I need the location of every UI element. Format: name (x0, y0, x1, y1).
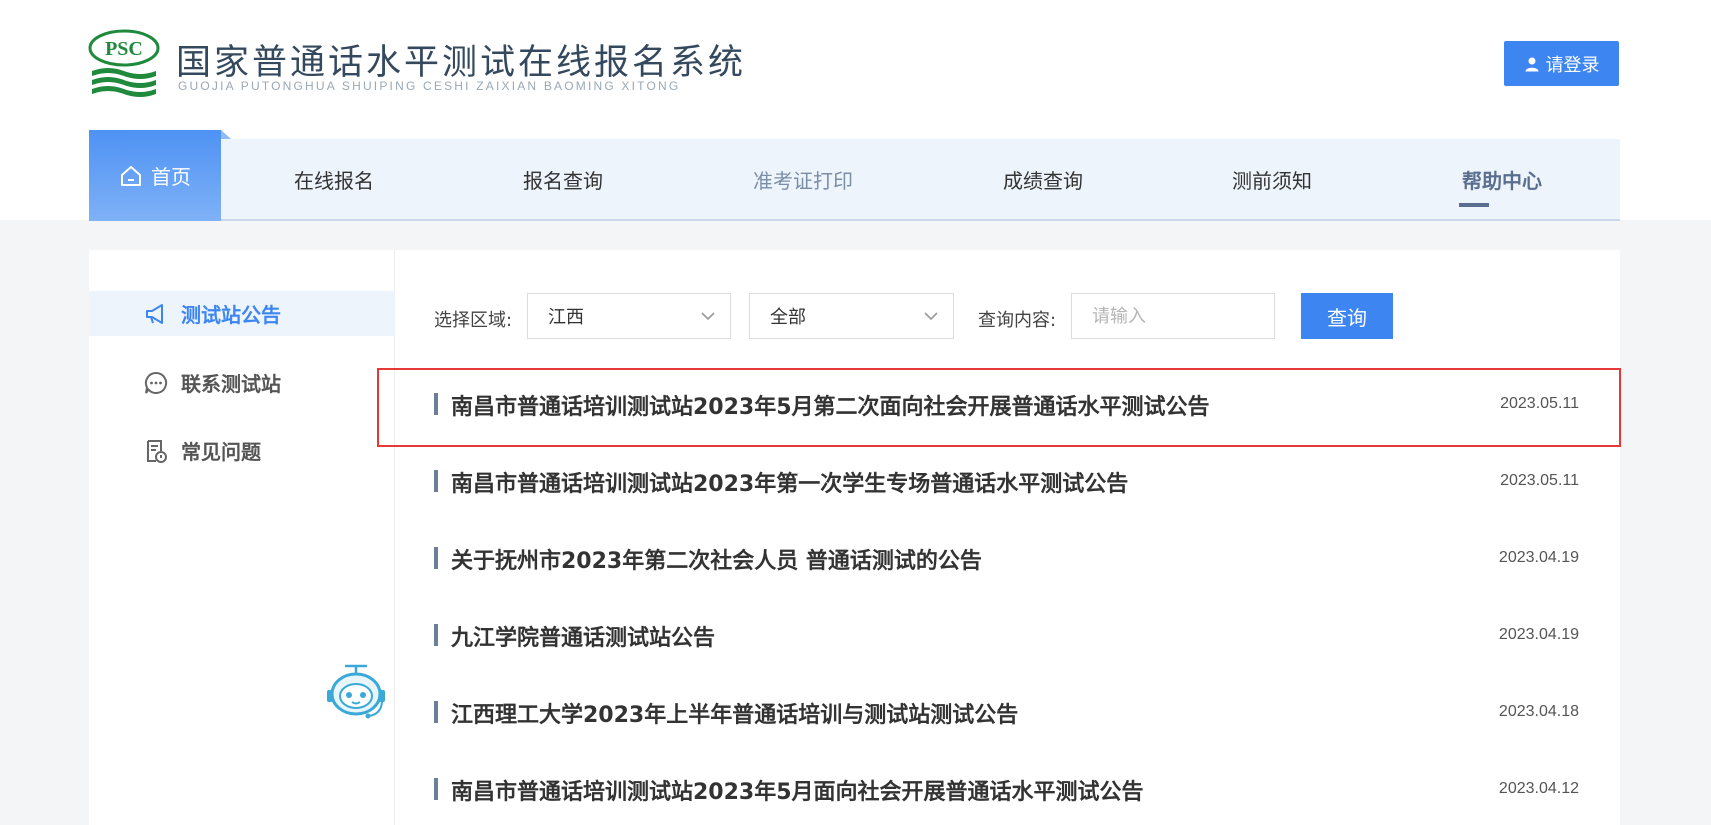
list-item-marker (434, 547, 438, 569)
search-input[interactable] (1071, 293, 1275, 339)
category-select-value: 全部 (770, 307, 806, 328)
megaphone-icon (146, 303, 163, 324)
nav-home-label: 首页 (151, 165, 191, 189)
login-label: 请登录 (1545, 54, 1600, 76)
list-item-marker (434, 624, 438, 646)
content-panel: 测试站公告 联系测试站 常见问题 选择区域: 江西 全部 查询内容: 请输入 查… (89, 250, 1620, 825)
sidebar-item-contact-station[interactable]: 联系测试站 (89, 360, 395, 405)
nav-item-admission-ticket-print[interactable]: 准考证打印 (753, 139, 853, 219)
site-subtitle: GUOJIA PUTONGHUA SHUIPING CESHI ZAIXIAN … (178, 79, 681, 93)
robot-assistant-icon[interactable] (323, 662, 389, 728)
chat-icon (144, 371, 168, 394)
login-button[interactable]: 请登录 (1504, 41, 1619, 86)
list-item-marker (434, 701, 438, 723)
chevron-down-icon (924, 312, 938, 321)
sidebar-item-label: 联系测试站 (181, 372, 281, 396)
nav-item-help-center[interactable]: 帮助中心 (1462, 139, 1542, 219)
query-label: 查询内容: (978, 310, 1057, 331)
search-button[interactable]: 查询 (1301, 293, 1393, 339)
sidebar: 测试站公告 联系测试站 常见问题 (89, 250, 395, 825)
sidebar-item-faq[interactable]: 常见问题 (89, 428, 395, 473)
list-item-marker (434, 393, 438, 415)
region-select-value: 江西 (548, 307, 584, 328)
list-item-date: 2023.04.12 (1498, 780, 1579, 797)
list-item-title[interactable]: 南昌市普通话培训测试站2023年5月面向社会开展普通话水平测试公告 (451, 774, 1144, 806)
list-item-marker (434, 778, 438, 800)
home-icon (121, 165, 141, 186)
svg-text:PSC: PSC (105, 38, 143, 60)
list-item-title[interactable]: 南昌市普通话培训测试站2023年第一次学生专场普通话水平测试公告 (451, 466, 1128, 498)
user-icon (1525, 57, 1538, 71)
region-select[interactable]: 江西 (527, 293, 731, 339)
nav-item-registration-query[interactable]: 报名查询 (523, 139, 603, 219)
list-item-title[interactable]: 南昌市普通话培训测试站2023年5月第二次面向社会开展普通话水平测试公告 (451, 389, 1210, 421)
list-item-title[interactable]: 九江学院普通话测试站公告 (451, 620, 715, 652)
list-item-date: 2023.04.19 (1498, 626, 1579, 643)
nav-home[interactable]: 首页 (89, 130, 231, 221)
sidebar-item-announcements[interactable]: 测试站公告 (89, 291, 395, 336)
category-select[interactable]: 全部 (749, 293, 954, 339)
list-item-title[interactable]: 江西理工大学2023年上半年普通话培训与测试站测试公告 (451, 697, 1018, 729)
list-item-date: 2023.04.19 (1498, 549, 1579, 566)
list-item-date: 2023.04.18 (1498, 703, 1579, 720)
list-item-title[interactable]: 关于抚州市2023年第二次社会人员 普通话测试的公告 (451, 543, 982, 575)
main-nav: 首页 在线报名 报名查询 准考证打印 成绩查询 测前须知 帮助中心 (89, 130, 1620, 221)
chevron-down-icon (701, 312, 715, 321)
list-item-date: 2023.05.11 (1500, 395, 1579, 412)
faq-document-icon (147, 439, 167, 463)
nav-item-online-registration[interactable]: 在线报名 (294, 139, 374, 219)
list-item-date: 2023.05.11 (1500, 472, 1579, 489)
nav-item-score-query[interactable]: 成绩查询 (1003, 139, 1083, 219)
site-title: 国家普通话水平测试在线报名系统 (176, 43, 747, 83)
list-item-marker (434, 470, 438, 492)
nav-active-indicator (1459, 203, 1489, 207)
sidebar-item-label: 常见问题 (181, 440, 261, 464)
psc-logo[interactable]: PSC (88, 29, 160, 97)
nav-item-pretest-notes[interactable]: 测前须知 (1232, 139, 1312, 219)
sidebar-item-label: 测试站公告 (181, 303, 281, 327)
region-label: 选择区域: (434, 310, 513, 331)
